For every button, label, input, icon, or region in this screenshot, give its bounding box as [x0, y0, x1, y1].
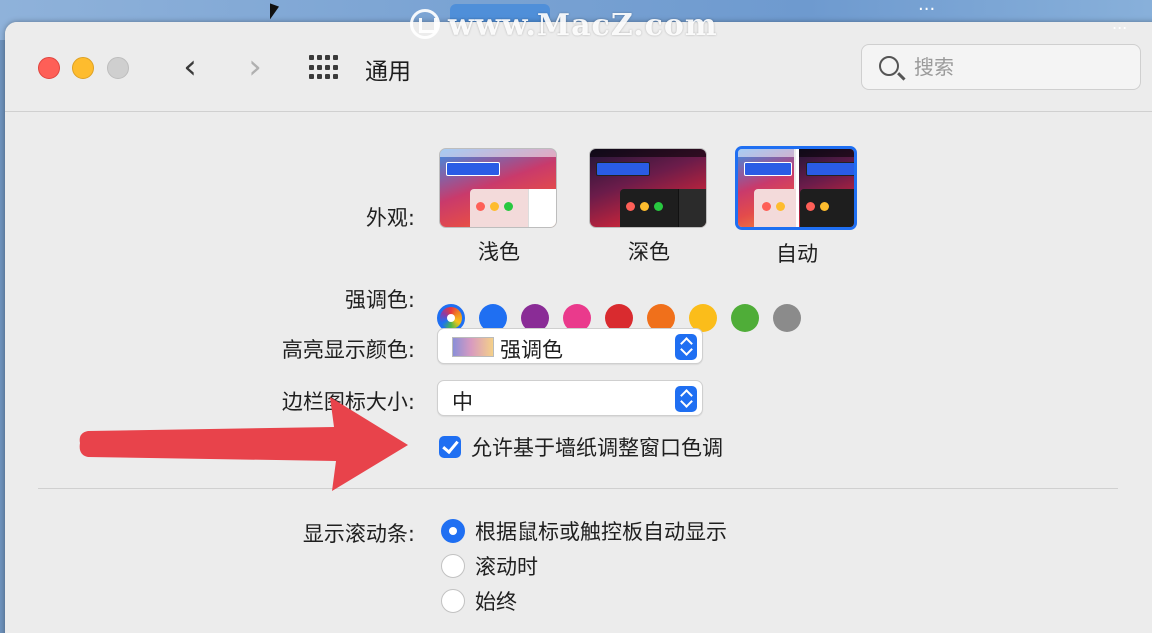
scrollbars-always-label[interactable]: 始终	[475, 586, 517, 616]
wallpaper-tint-label[interactable]: 允许基于墙纸调整窗口色调	[471, 432, 723, 462]
appearance-label: 外观:	[365, 206, 415, 230]
appearance-option-dark[interactable]: 深色	[589, 148, 709, 266]
highlight-color-value: 强调色	[500, 338, 563, 362]
appearance-option-label: 深色	[628, 240, 670, 264]
appearance-option-label: 浅色	[478, 240, 520, 264]
show-scrollbars-label: 显示滚动条:	[302, 522, 415, 546]
scrollbars-always-radio[interactable]	[441, 589, 465, 613]
chevron-updown-icon	[675, 334, 697, 360]
desktop-corner-text-2: ...	[1112, 14, 1128, 33]
highlight-color-label: 高亮显示颜色:	[281, 338, 415, 362]
search-input[interactable]	[914, 53, 1124, 81]
sidebar-icon-size-value: 中	[452, 390, 473, 414]
scrollbars-auto-label[interactable]: 根据鼠标或触控板自动显示	[475, 516, 727, 546]
highlight-color-popup[interactable]: 强调色	[437, 328, 703, 364]
auto-thumbnail	[735, 146, 857, 230]
scrollbars-when-scrolling-radio[interactable]	[441, 554, 465, 578]
window-title: 通用	[365, 59, 411, 85]
wallpaper-tint-checkbox[interactable]	[439, 436, 461, 458]
dark-thumbnail	[589, 148, 707, 228]
sidebar-icon-size-popup[interactable]: 中	[437, 380, 703, 416]
appearance-option-light[interactable]: 浅色	[439, 148, 559, 266]
search-icon	[879, 56, 899, 76]
back-button[interactable]: ‹	[175, 50, 205, 86]
search-field[interactable]	[861, 44, 1141, 90]
scrollbars-when-scrolling-label[interactable]: 滚动时	[475, 551, 538, 581]
watermark-text: www.MacZ.com	[448, 8, 718, 43]
appearance-option-auto[interactable]: 自动	[735, 146, 857, 268]
forward-button[interactable]: ›	[240, 50, 270, 86]
appearance-option-label: 自动	[776, 242, 818, 266]
system-preferences-window: ‹ › 通用 外观: 浅色	[5, 22, 1152, 633]
accent-green-swatch[interactable]	[731, 304, 759, 332]
close-window-button[interactable]	[38, 57, 60, 79]
desktop-corner-text: ...	[918, 0, 936, 15]
chevron-updown-icon	[675, 386, 697, 412]
show-all-grid-icon[interactable]	[309, 55, 339, 81]
mouse-cursor-icon	[270, 3, 279, 23]
watermark: www.MacZ.com	[410, 8, 718, 43]
highlight-swatch	[452, 337, 494, 357]
scrollbars-auto-radio[interactable]	[441, 519, 465, 543]
minimize-window-button[interactable]	[72, 57, 94, 79]
light-thumbnail	[439, 148, 557, 228]
zoom-window-button[interactable]	[107, 57, 129, 79]
red-arrow-annotation-icon	[79, 397, 409, 491]
accent-graphite-swatch[interactable]	[773, 304, 801, 332]
accent-color-label: 强调色:	[344, 288, 415, 312]
watermark-logo-icon	[410, 9, 440, 39]
